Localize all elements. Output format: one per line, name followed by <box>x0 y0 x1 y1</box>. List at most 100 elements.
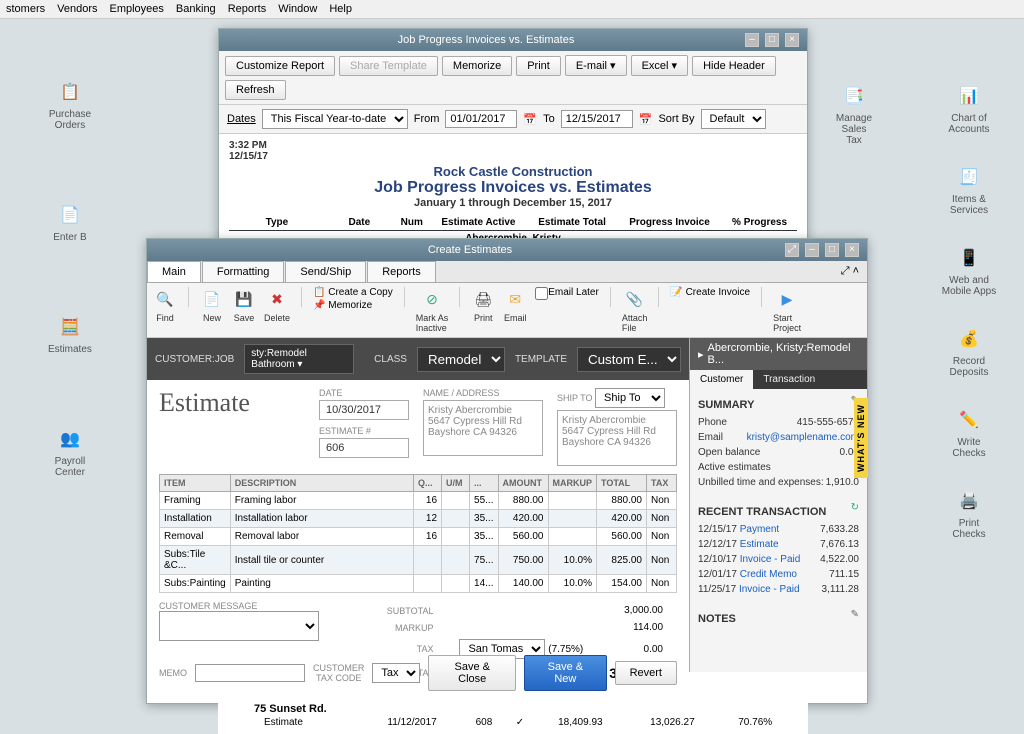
menu-window[interactable]: Window <box>278 3 317 15</box>
payroll-center-icon[interactable]: 👥Payroll Center <box>55 425 86 478</box>
close-button[interactable]: × <box>845 243 859 257</box>
print-button[interactable]: 🖨Print <box>471 287 495 323</box>
memorize-button[interactable]: 📌 Memorize <box>313 300 393 311</box>
template-select[interactable]: Custom E... <box>577 347 681 372</box>
refresh-button[interactable]: Refresh <box>225 80 286 100</box>
share-template-button[interactable]: Share Template <box>339 56 438 76</box>
maximize-button[interactable]: □ <box>825 243 839 257</box>
items-services-icon[interactable]: 🧾Items & Services <box>950 163 988 216</box>
line-item-row[interactable]: FramingFraming labor1655...880.00880.00N… <box>160 492 677 510</box>
sortby-select[interactable]: Default <box>701 109 766 129</box>
line-item-row[interactable]: Subs:PaintingPainting14...140.0010.0%154… <box>160 575 677 593</box>
col-date[interactable]: Date <box>325 215 394 231</box>
shipto-label: SHIP TO <box>557 393 593 403</box>
whats-new-tab[interactable]: WHAT'S NEW <box>854 398 868 478</box>
mark-inactive-button[interactable]: ⊘Mark As Inactive <box>416 287 449 333</box>
minimize-button[interactable]: – <box>805 243 819 257</box>
col-invoice[interactable]: Progress Invoice <box>617 215 722 231</box>
customer-message-select[interactable] <box>159 611 319 641</box>
create-invoice-button[interactable]: 📝 Create Invoice <box>670 287 750 298</box>
chart-accounts-icon[interactable]: 📊Chart of Accounts <box>948 82 989 135</box>
menu-employees[interactable]: Employees <box>110 3 164 15</box>
hide-header-button[interactable]: Hide Header <box>692 56 776 76</box>
delete-button[interactable]: ✖Delete <box>264 287 290 323</box>
attach-file-button[interactable]: 📎Attach File <box>622 287 648 333</box>
expand-ribbon-icon[interactable]: ⤢ <box>841 265 850 277</box>
col-progress[interactable]: % Progress <box>722 215 797 231</box>
shipto-select[interactable]: Ship To 1 <box>595 388 665 408</box>
memorize-button[interactable]: Memorize <box>442 56 512 76</box>
email-button[interactable]: ✉Email <box>503 287 527 323</box>
recent-txn-row[interactable]: 12/12/17 Estimate7,676.13 <box>698 537 859 552</box>
line-item-row[interactable]: Subs:Tile &C...Install tile or counter75… <box>160 546 677 575</box>
col-active[interactable]: Estimate Active <box>430 215 527 231</box>
calendar-icon[interactable]: 📅 <box>523 113 537 126</box>
recent-txn-row[interactable]: 12/15/17 Payment7,633.28 <box>698 522 859 537</box>
tab-sendship[interactable]: Send/Ship <box>285 261 366 282</box>
revert-button[interactable]: Revert <box>615 661 677 685</box>
close-button[interactable]: × <box>785 33 799 47</box>
ship-address[interactable]: Kristy Abercrombie 5647 Cypress Hill Rd … <box>557 410 677 466</box>
save-close-button[interactable]: Save & Close <box>428 655 516 691</box>
line-item-row[interactable]: RemovalRemoval labor1635...560.00560.00N… <box>160 528 677 546</box>
chart-icon: 📊 <box>955 82 983 110</box>
save-new-button[interactable]: Save & New <box>524 655 606 691</box>
taxcode-select[interactable]: Tax <box>372 663 420 683</box>
maximize-button[interactable]: □ <box>765 33 779 47</box>
date-input[interactable] <box>319 400 409 420</box>
menu-banking[interactable]: Banking <box>176 3 216 15</box>
menu-vendors[interactable]: Vendors <box>57 3 97 15</box>
new-button[interactable]: 📄New <box>200 287 224 323</box>
chevron-up-icon[interactable]: ˄ <box>853 265 859 277</box>
col-num[interactable]: Num <box>394 215 430 231</box>
manage-sales-tax-icon[interactable]: 📑Manage Sales Tax <box>836 82 872 146</box>
find-button[interactable]: 🔍Find <box>153 287 177 323</box>
from-date-input[interactable] <box>445 110 517 128</box>
class-select[interactable]: Remodel <box>417 347 505 372</box>
calendar-icon[interactable]: 📅 <box>639 113 653 126</box>
report-footer-row: 75 Sunset Rd. Estimate11/12/2017608✓18,4… <box>218 699 808 734</box>
purchase-orders-icon[interactable]: 📋Purchase Orders <box>49 78 91 131</box>
customerjob-select[interactable]: sty:Remodel Bathroom ▾ <box>244 344 354 374</box>
col-type[interactable]: Type <box>229 215 325 231</box>
menu-customers[interactable]: stomers <box>6 3 45 15</box>
web-mobile-icon[interactable]: 📱Web and Mobile Apps <box>942 244 996 297</box>
table-row[interactable]: Estimate11/12/2017608✓18,409.9313,026.27… <box>234 715 792 730</box>
print-button[interactable]: Print <box>516 56 561 76</box>
recent-txn-row[interactable]: 12/10/17 Invoice - Paid4,522.00 <box>698 552 859 567</box>
side-tab-customer[interactable]: Customer <box>690 370 753 389</box>
bill-address[interactable]: Kristy Abercrombie 5647 Cypress Hill Rd … <box>423 400 543 456</box>
memo-input[interactable] <box>195 664 305 682</box>
edit-notes-icon[interactable]: ✎ <box>851 609 859 629</box>
estimate-num-input[interactable] <box>319 438 409 458</box>
recent-txn-row[interactable]: 11/25/17 Invoice - Paid3,111.28 <box>698 582 859 597</box>
expand-button[interactable]: ⤢ <box>785 243 799 257</box>
report-period: January 1 through December 15, 2017 <box>229 197 797 209</box>
record-deposits-icon[interactable]: 💰Record Deposits <box>950 325 989 378</box>
email-button[interactable]: E-mail ▾ <box>565 55 627 76</box>
menu-reports[interactable]: Reports <box>228 3 267 15</box>
tab-reports[interactable]: Reports <box>367 261 436 282</box>
dates-select[interactable]: This Fiscal Year-to-date <box>262 109 408 129</box>
minimize-button[interactable]: – <box>745 33 759 47</box>
save-button[interactable]: 💾Save <box>232 287 256 323</box>
refresh-recent-icon[interactable]: ↻ <box>851 502 859 522</box>
create-copy-button[interactable]: 📋 Create a Copy <box>313 287 393 298</box>
email-link[interactable]: kristy@samplename.com <box>747 432 859 443</box>
tab-formatting[interactable]: Formatting <box>202 261 285 282</box>
col-total[interactable]: Estimate Total <box>527 215 617 231</box>
write-checks-icon[interactable]: ✏️Write Checks <box>952 406 985 459</box>
print-checks-icon[interactable]: 🖨️Print Checks <box>952 487 985 540</box>
menu-help[interactable]: Help <box>329 3 352 15</box>
to-date-input[interactable] <box>561 110 633 128</box>
line-item-row[interactable]: InstallationInstallation labor1235...420… <box>160 510 677 528</box>
side-tab-transaction[interactable]: Transaction <box>753 370 825 389</box>
tab-main[interactable]: Main <box>147 261 201 282</box>
estimates-icon[interactable]: 🧮Estimates <box>48 313 92 355</box>
enter-bills-icon[interactable]: 📄Enter B <box>53 201 86 243</box>
start-project-button[interactable]: ▶Start Project <box>773 287 801 333</box>
customize-report-button[interactable]: Customize Report <box>225 56 335 76</box>
excel-button[interactable]: Excel ▾ <box>631 55 688 76</box>
recent-txn-row[interactable]: 12/01/17 Credit Memo711.15 <box>698 567 859 582</box>
email-later-checkbox[interactable] <box>535 287 548 300</box>
